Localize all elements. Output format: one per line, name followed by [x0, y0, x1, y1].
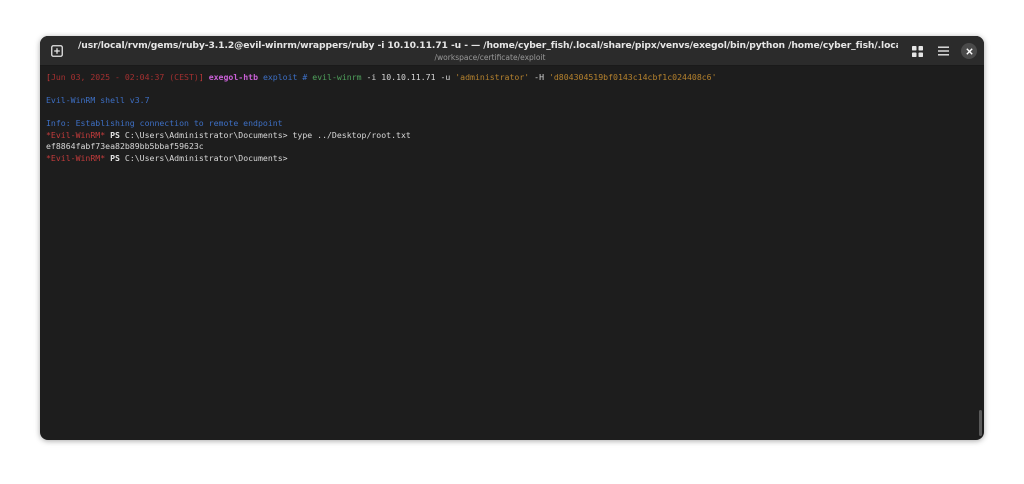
grid-view-button[interactable]: [909, 43, 925, 59]
ps-label: PS: [110, 152, 120, 163]
prompt-dir: exploit: [262, 72, 298, 82]
command-hash: 'd804304519bf0143c14cbf1c024408c6': [548, 72, 717, 82]
plus-square-icon: [51, 45, 63, 57]
window-subtitle: /workspace/certificate/exploit: [434, 53, 546, 62]
terminal-line: Evil-WinRM shell v3.7: [46, 95, 978, 107]
shell-banner: Evil-WinRM shell v3.7: [46, 95, 150, 105]
new-tab-button[interactable]: [48, 42, 66, 60]
terminal-line: ef8864fabf73ea82b89bb5bbaf59623c: [46, 141, 978, 153]
ps-path: C:\Users\Administrator\Documents>: [124, 152, 288, 163]
terminal-line: Info: Establishing connection to remote …: [46, 118, 978, 130]
prompt-datetime: Jun 03, 2025 - 02:04:37 (CEST): [50, 72, 199, 82]
close-button[interactable]: [961, 43, 977, 59]
terminal-window: /usr/local/rvm/gems/ruby-3.1.2@evil-winr…: [40, 36, 984, 440]
command-user: 'administrator': [455, 72, 530, 82]
prompt-host: exegol-htb: [208, 72, 258, 82]
terminal-line: [Jun 03, 2025 - 02:04:37 (CEST)] exegol-…: [46, 72, 978, 84]
command-args: -i 10.10.11.71 -u: [366, 72, 451, 82]
grid-view-icon: [911, 45, 923, 57]
command-name: evil-winrm: [312, 72, 362, 82]
scrollbar[interactable]: [979, 410, 982, 436]
ps-command: type ../Desktop/root.txt: [292, 129, 411, 140]
winrm-prompt: *Evil-WinRM*: [46, 129, 106, 140]
terminal-output[interactable]: [Jun 03, 2025 - 02:04:37 (CEST)] exegol-…: [40, 66, 984, 440]
close-icon: [965, 47, 973, 55]
window-title: /usr/local/rvm/gems/ruby-3.1.2@evil-winr…: [78, 40, 898, 51]
ps-path: C:\Users\Administrator\Documents>: [124, 129, 288, 140]
ps-label: PS: [110, 129, 120, 140]
command-flag: -H: [534, 72, 544, 82]
command-output: ef8864fabf73ea82b89bb5bbaf59623c: [46, 141, 204, 151]
info-message: Info: Establishing connection to remote …: [46, 118, 283, 128]
winrm-prompt: *Evil-WinRM*: [46, 152, 106, 163]
titlebar: /usr/local/rvm/gems/ruby-3.1.2@evil-winr…: [40, 36, 984, 66]
terminal-line: *Evil-WinRM* PS C:\Users\Administrator\D…: [46, 153, 978, 165]
bracket: ]: [198, 72, 204, 82]
menu-button[interactable]: [935, 43, 951, 59]
terminal-line: *Evil-WinRM* PS C:\Users\Administrator\D…: [46, 130, 978, 142]
hamburger-menu-icon: [937, 46, 949, 56]
prompt-hash: #: [302, 72, 308, 82]
